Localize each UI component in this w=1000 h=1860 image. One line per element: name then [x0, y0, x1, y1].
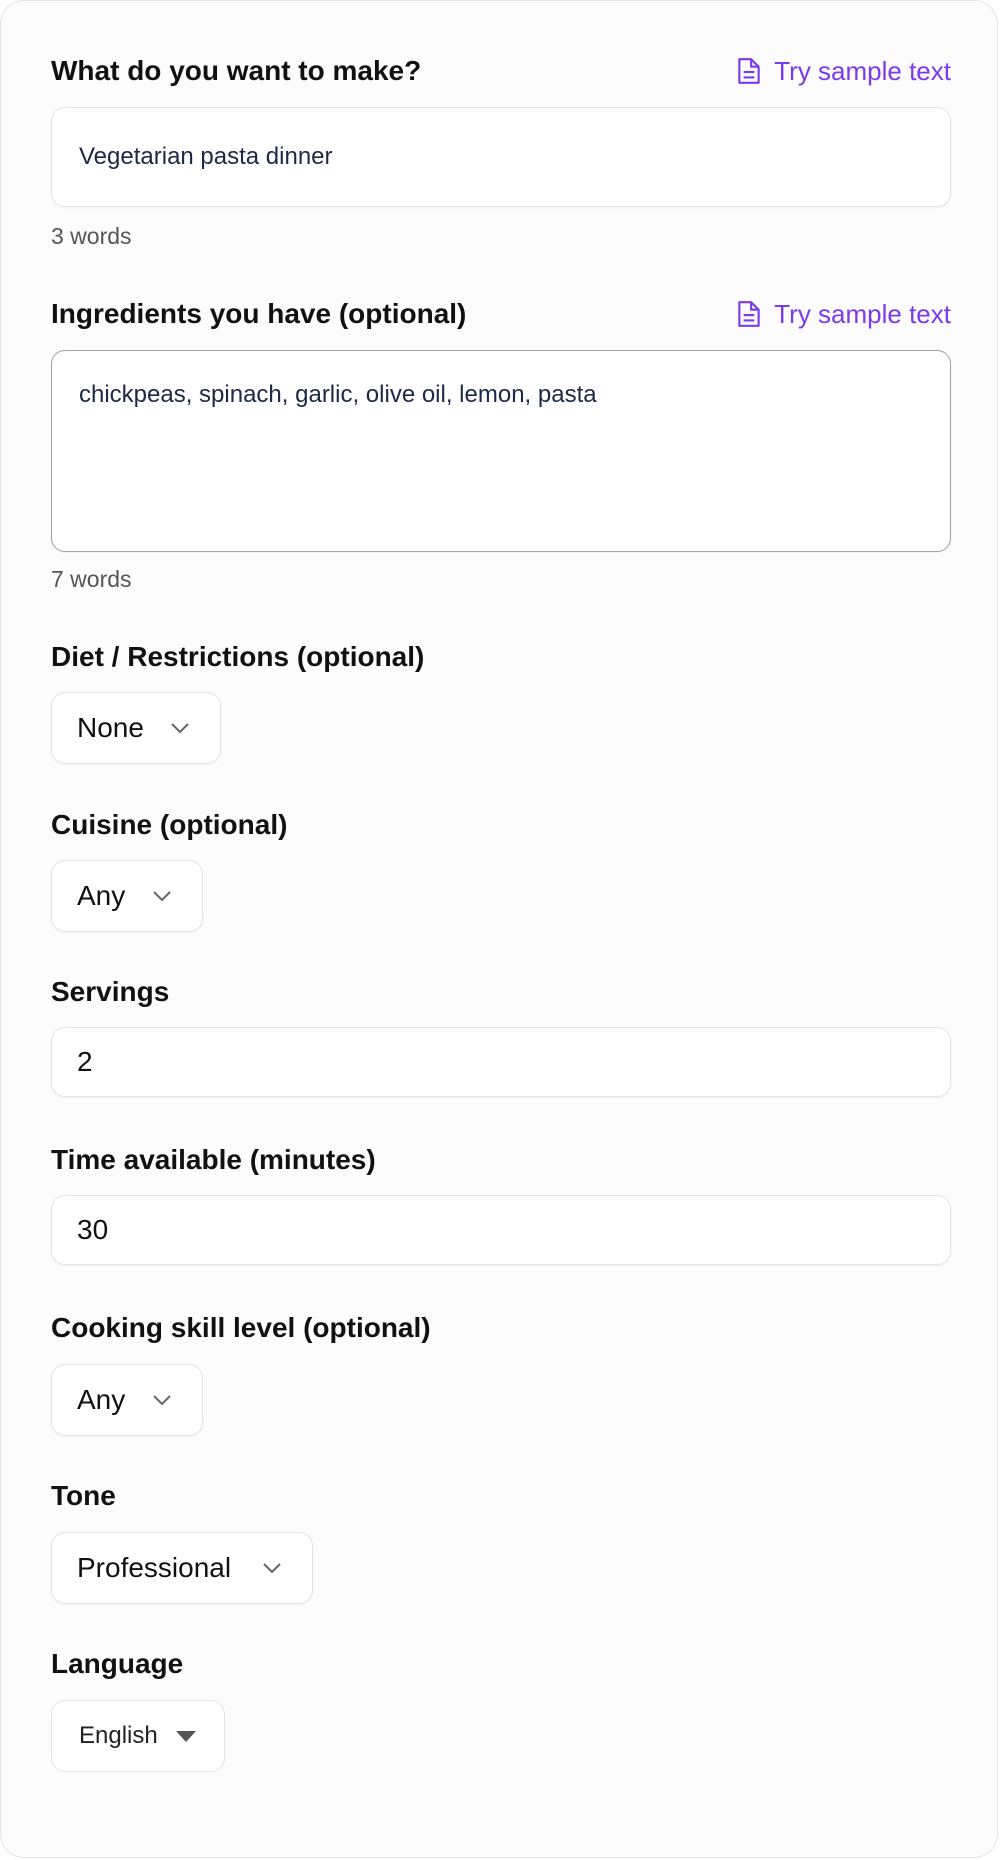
- diet-selected-value: None: [77, 712, 144, 743]
- chevron-down-icon: [263, 1563, 281, 1574]
- language-select[interactable]: English: [51, 1700, 225, 1772]
- ingredients-sample-link[interactable]: Try sample text: [736, 299, 951, 330]
- make-label-row: What do you want to make? Try sample tex…: [51, 51, 951, 91]
- ingredients-word-count: 7 words: [51, 566, 132, 592]
- ingredients-sample-label: Try sample text: [774, 298, 951, 329]
- time-label: Time available (minutes): [51, 1144, 376, 1175]
- chevron-down-icon: [153, 1395, 171, 1406]
- recipe-form-card: What do you want to make? Try sample tex…: [0, 0, 998, 1858]
- servings-input[interactable]: 2: [51, 1027, 951, 1097]
- diet-select[interactable]: None: [51, 692, 221, 764]
- cuisine-label: Cuisine (optional): [51, 809, 288, 840]
- language-selected-value: English: [79, 1722, 158, 1749]
- skill-field: Cooking skill level (optional) Any: [51, 1308, 951, 1436]
- servings-field: Servings 2: [51, 972, 951, 1097]
- tone-field: Tone Professional: [51, 1476, 951, 1604]
- chevron-down-icon: [153, 891, 171, 902]
- cuisine-selected-value: Any: [77, 880, 126, 911]
- ingredients-field: Ingredients you have (optional) Try samp…: [51, 294, 951, 592]
- make-input[interactable]: Vegetarian pasta dinner: [51, 107, 951, 207]
- tone-selected-value: Professional: [77, 1552, 232, 1583]
- make-word-count: 3 words: [51, 223, 132, 249]
- skill-select[interactable]: Any: [51, 1364, 203, 1436]
- language-field: Language English: [51, 1644, 951, 1772]
- tone-label: Tone: [51, 1480, 116, 1511]
- make-sample-label: Try sample text: [774, 55, 951, 86]
- make-sample-link[interactable]: Try sample text: [736, 56, 951, 87]
- make-field: What do you want to make? Try sample tex…: [51, 51, 951, 249]
- ingredients-label: Ingredients you have (optional): [51, 298, 467, 329]
- skill-selected-value: Any: [77, 1384, 126, 1415]
- ingredients-label-row: Ingredients you have (optional) Try samp…: [51, 294, 951, 334]
- diet-label: Diet / Restrictions (optional): [51, 641, 425, 672]
- servings-label: Servings: [51, 976, 170, 1007]
- document-icon: [738, 301, 760, 327]
- language-label: Language: [51, 1648, 184, 1679]
- caret-down-icon: [176, 1731, 196, 1742]
- ingredients-textarea[interactable]: chickpeas, spinach, garlic, olive oil, l…: [51, 350, 951, 552]
- make-label: What do you want to make?: [51, 55, 422, 86]
- skill-label: Cooking skill level (optional): [51, 1312, 431, 1343]
- chevron-down-icon: [171, 723, 189, 734]
- document-icon: [738, 58, 760, 84]
- time-field: Time available (minutes) 30: [51, 1140, 951, 1265]
- tone-select[interactable]: Professional: [51, 1532, 313, 1604]
- cuisine-select[interactable]: Any: [51, 860, 203, 932]
- cuisine-field: Cuisine (optional) Any: [51, 805, 951, 932]
- diet-field: Diet / Restrictions (optional) None: [51, 637, 951, 764]
- time-input[interactable]: 30: [51, 1195, 951, 1265]
